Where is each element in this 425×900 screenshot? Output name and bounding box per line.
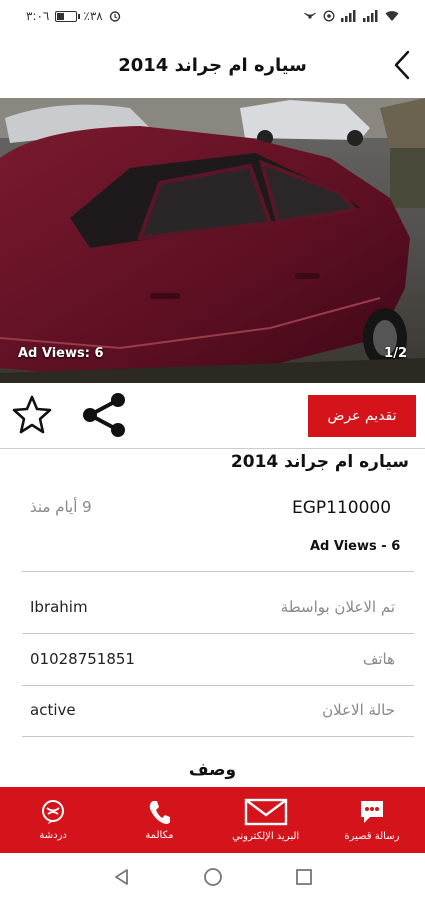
- call-label: مكالمة: [145, 830, 174, 841]
- info-row-status: active حالة الاعلان: [0, 687, 425, 737]
- car-photo: [0, 98, 425, 383]
- divider: [22, 736, 414, 737]
- share-button[interactable]: [80, 391, 130, 439]
- system-nav-bar: [0, 853, 425, 900]
- chat-label: دردشة: [39, 830, 67, 841]
- divider: [22, 571, 414, 572]
- posted-time: 9 أيام منذ: [30, 498, 92, 516]
- status-bar: ٣:٠٦ ٪٣٨: [0, 0, 425, 32]
- phone-icon: [150, 801, 171, 824]
- email-label: البريد الإلكتروني: [232, 831, 300, 842]
- chat-button[interactable]: دردشة: [0, 787, 106, 853]
- header: سياره ام جراند 2014: [0, 32, 425, 98]
- status-left: ٣:٠٦ ٪٣٨: [26, 9, 121, 23]
- sms-icon: [360, 801, 383, 823]
- signal-icon: [341, 10, 356, 22]
- status-time: ٣:٠٦: [26, 9, 50, 23]
- chat-bubble-icon: [42, 800, 65, 824]
- call-button[interactable]: مكالمة: [106, 787, 212, 853]
- home-circle-icon[interactable]: [202, 866, 224, 888]
- star-outline-icon: [12, 395, 52, 434]
- sms-button[interactable]: رسالة قصيرة: [319, 787, 425, 853]
- photo-counter: 1/2: [384, 346, 407, 361]
- sms-label: رسالة قصيرة: [344, 831, 400, 842]
- status-value: active: [30, 701, 76, 719]
- share-icon: [83, 393, 125, 437]
- battery-icon: [55, 10, 81, 22]
- hotspot-icon: [304, 12, 316, 19]
- location-icon: [323, 10, 335, 22]
- status-right: [303, 10, 399, 22]
- divider: [22, 685, 414, 686]
- description-title: وصف: [188, 760, 237, 780]
- owner-value: Ibrahim: [30, 598, 88, 616]
- owner-label: تم الاعلان بواسطة: [280, 598, 395, 616]
- back-triangle-icon[interactable]: [112, 867, 132, 887]
- action-row: تقديم عرض: [0, 383, 425, 449]
- back-button[interactable]: [387, 50, 417, 80]
- email-button[interactable]: البريد الإلكتروني: [213, 787, 319, 853]
- phone-value[interactable]: 01028751851: [30, 650, 135, 668]
- ad-views: Ad Views - 6: [310, 539, 401, 554]
- ad-price: EGP110000: [292, 498, 392, 518]
- ad-photo[interactable]: Ad Views: 6 1/2: [0, 98, 425, 383]
- alarm-icon: [109, 11, 120, 22]
- signal-2-icon: [363, 10, 378, 22]
- ad-title: سياره ام جراند 2014: [230, 452, 409, 472]
- make-offer-button[interactable]: تقديم عرض: [308, 395, 416, 437]
- envelope-icon: [244, 798, 287, 826]
- battery-level: [57, 12, 64, 20]
- divider: [22, 633, 414, 634]
- wifi-icon: [385, 11, 399, 21]
- recents-square-icon[interactable]: [294, 867, 314, 887]
- photo-views-count: Ad Views: 6: [18, 346, 104, 361]
- phone-label: هاتف: [362, 650, 395, 668]
- chevron-left-icon: [394, 50, 410, 80]
- favorite-button[interactable]: [10, 393, 54, 437]
- status-label: حالة الاعلان: [322, 701, 395, 719]
- page-title: سياره ام جراند 2014: [118, 54, 307, 76]
- battery-percent: ٪٣٨: [83, 9, 103, 23]
- contact-bar: دردشة مكالمة البريد الإلكتروني رسالة قصي…: [0, 787, 425, 853]
- info-row-owner: Ibrahim تم الاعلان بواسطة: [0, 584, 425, 634]
- info-row-phone: 01028751851 هاتف: [0, 636, 425, 686]
